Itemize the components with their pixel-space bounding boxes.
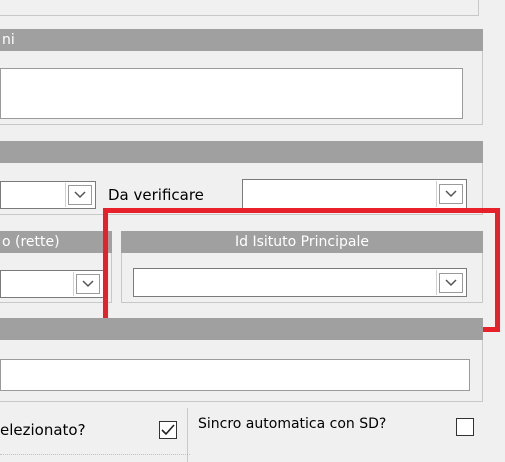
sincro-label: Sincro automatica con SD? (198, 416, 387, 432)
check-icon (161, 424, 175, 436)
selezionato-checkbox[interactable] (159, 421, 177, 439)
id-istituto-combo-button[interactable] (436, 270, 465, 295)
top-panel-fragment (0, 0, 479, 16)
left-combo-1-button[interactable] (65, 183, 94, 207)
section-header-notes-label: ni (2, 32, 15, 48)
da-verificare-combo[interactable] (242, 179, 467, 209)
section-header-id-istituto-label: Id Isituto Principale (235, 234, 369, 250)
section-header-rette-label: o (rette) (2, 234, 60, 250)
id-istituto-combo[interactable] (133, 268, 467, 297)
section-4-input[interactable] (0, 359, 470, 391)
section-header-2 (0, 141, 483, 163)
chevron-down-icon (82, 280, 94, 288)
section-header-id-istituto: Id Isituto Principale (121, 231, 483, 253)
chevron-down-icon (445, 278, 457, 286)
section-header-rette: o (rette) (0, 231, 112, 253)
section-header-4 (0, 318, 483, 340)
notes-textarea[interactable] (0, 68, 463, 119)
da-verificare-combo-button[interactable] (436, 181, 465, 207)
rette-combo-button[interactable] (73, 272, 102, 296)
rette-combo[interactable] (0, 270, 104, 298)
selezionato-label: elezionato? (0, 421, 86, 439)
sincro-checkbox[interactable] (456, 418, 474, 436)
left-combo-1[interactable] (0, 181, 96, 209)
chevron-down-icon (445, 190, 457, 198)
bottom-fragment (0, 454, 190, 462)
chevron-down-icon (74, 191, 86, 199)
section-header-notes: ni (0, 29, 483, 51)
da-verificare-label: Da verificare (108, 186, 204, 204)
